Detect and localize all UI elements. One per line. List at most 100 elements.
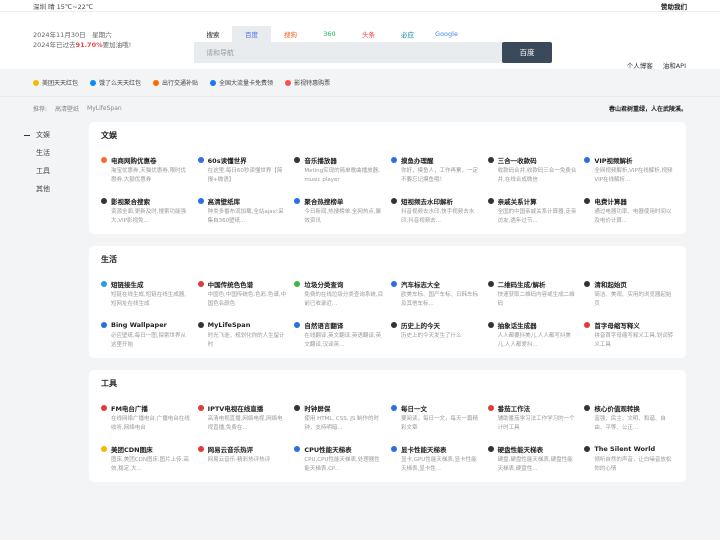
- site-link-title: 亲戚关系计算: [497, 198, 537, 206]
- site-link-card[interactable]: Bing Wallpaper 必应壁纸,每日一图,探索世界从这里开始: [101, 320, 191, 352]
- site-link-card[interactable]: 影视聚合搜索 资源全面,更新及时,搜索功能强大,VIP影视免...: [101, 196, 191, 228]
- promo-link[interactable]: 美团天天红包: [33, 78, 78, 87]
- category-sidebar: 文娱 生活 工具 其他: [24, 126, 84, 198]
- site-link-card[interactable]: 高清壁纸库种类多番布流加载,全站ajax!采集自360壁纸...: [197, 196, 288, 228]
- site-link-card[interactable]: 核心价值观转换 富强、民主、文明、和谐、自由、平等、公正...: [584, 403, 674, 435]
- promo-link[interactable]: 全国大流量卡免费领: [210, 78, 273, 87]
- site-link-title-row: 60s读懂世界: [197, 155, 288, 165]
- sidebar-item[interactable]: 其他: [24, 180, 84, 198]
- site-favicon-icon: [390, 405, 397, 411]
- site-link-card[interactable]: 亲戚关系计算 全国的中国亲戚关系计算器,走亲访友,遇年过节...: [487, 196, 578, 228]
- main-content: 文娱 电商网购优惠卷 淘宝优惠券,天猫优惠券,限时优惠券,大额优惠券 60s读懂世界在…: [89, 122, 686, 494]
- engine-tab[interactable]: 百度: [232, 26, 271, 42]
- site-link-title-row: 自然语言翻译: [294, 320, 384, 330]
- site-link-card[interactable]: 电费计算器 通过电器功率、电器使用时间以及电价计算...: [584, 196, 674, 228]
- site-link-title: 音乐播放器: [304, 157, 337, 165]
- site-favicon-icon: [487, 322, 494, 328]
- site-link-card[interactable]: 摸鱼办理醒 你好，摸鱼人，工作再累，一定不要忘记摸鱼哦！: [390, 155, 481, 187]
- site-link-card[interactable]: 抽象话生成器 人人都要抖美儿,人人都写抖美儿,人人都爱抖...: [487, 320, 578, 352]
- site-link-card[interactable]: IPTV电视在线直播 高清电视直播,网络电视,网络电视直播,免费在...: [197, 403, 288, 435]
- site-link-card[interactable]: 60s读懂世界在这里,每日60秒读懂世界【简报+微语】: [197, 155, 288, 187]
- sidebar-item[interactable]: 生活: [24, 144, 84, 162]
- site-link-description: 时光飞逝，规划化你的人生留计时: [207, 333, 285, 348]
- recommend-link[interactable]: MyLifeSpan: [87, 105, 122, 112]
- engine-tab[interactable]: 搜狗: [271, 26, 310, 42]
- site-link-description: 种类多番布流加载,全站ajax!采集自360壁纸...: [207, 209, 284, 224]
- promo-label: 影视特惠购票: [294, 80, 331, 87]
- search-box: 请和导航 百度: [194, 42, 552, 63]
- site-link-card[interactable]: 历史上的今天 历史上的今天发生了什么: [390, 320, 481, 352]
- site-link-card[interactable]: 自然语言翻译 在线翻译,英文翻译,英语翻译,英文翻译,汉译英...: [294, 320, 384, 352]
- site-link-card[interactable]: 电商网购优惠卷 淘宝优惠券,天猫优惠券,限时优惠券,大额优惠券: [101, 155, 191, 187]
- search-button[interactable]: 百度: [502, 42, 552, 63]
- site-favicon-icon: [487, 405, 494, 411]
- section-card: 工具 FM电台广播 在线网络广播电台,广播电台在线收听,网络电台 IPTV电视在线直播…: [89, 370, 686, 482]
- site-link-card[interactable]: 网易云音乐热评 网易云音乐-精彩热评热评: [197, 444, 288, 476]
- engine-tab[interactable]: 360: [310, 26, 349, 42]
- site-favicon-icon: [294, 281, 301, 287]
- site-link-card[interactable]: 聚合热搜榜单 今日新闻,热搜榜单,全网热点,聚效资讯: [294, 196, 384, 228]
- site-link-card[interactable]: 短链接生成 短链在线生成,短链在线生成器,短网址在线生成: [101, 279, 191, 311]
- site-link-title-row: 音乐播放器: [294, 155, 384, 165]
- weather-text: 深圳 晴 15℃~22℃: [33, 2, 94, 11]
- api-link[interactable]: 油和API: [663, 60, 686, 70]
- sidebar-item[interactable]: 工具: [24, 162, 84, 180]
- site-link-card[interactable]: 三合一收款码 收款码合并,收款码三合一免费合并,在线合成微信: [487, 155, 578, 187]
- site-link-card[interactable]: 硬盘性能天梯表 硬盘,硬盘性能天梯表,硬盘性能天梯表,硬盘性...: [487, 444, 578, 476]
- site-link-card[interactable]: 每日一文 要阅读，每日一文，每天一篇精彩文章: [390, 403, 481, 435]
- sidebar-item[interactable]: 文娱: [24, 126, 84, 144]
- site-link-card[interactable]: CPU性能天梯表 CPU,CPU性能天梯表,处理器性能天梯表,CP...: [294, 444, 384, 476]
- site-link-title: 首字母缩写释义: [594, 322, 640, 330]
- engine-tab[interactable]: Google: [427, 26, 466, 42]
- site-link-description: 在这里,每日60秒读懂世界【简报+微语】: [207, 168, 283, 183]
- site-link-description: 在线网络广播电台,广播电台在线收听,网络电台: [111, 416, 190, 431]
- site-link-card[interactable]: VIP视频解析 全网视频解析,VIP在线解析,视频VIP在线解析...: [584, 155, 674, 187]
- site-link-card[interactable]: 美团CDN图床 图床,美团CDN图床,图片上传,高效,稳定,大...: [101, 444, 191, 476]
- site-link-title: 高清壁纸库: [207, 198, 241, 206]
- engine-tab[interactable]: 头条: [349, 26, 388, 42]
- site-link-title: 番茄工作法: [497, 405, 531, 413]
- site-link-title: MyLifeSpan: [207, 321, 251, 329]
- blog-link[interactable]: 个人博客: [627, 60, 653, 70]
- site-link-title: 短链接生成: [111, 281, 144, 289]
- site-link-description: 中国色,中国传统色,色彩,色谱,中国色名颜色: [207, 292, 287, 307]
- site-link-card[interactable]: 时钟屏保 使用 HTML, CSS, JS 制作的时钟，支持明暗...: [294, 403, 384, 435]
- site-favicon-icon: [197, 405, 204, 411]
- site-link-card[interactable]: 清和起始页 简洁、美观、实用的浏览器起始页: [584, 279, 674, 311]
- site-link-card[interactable]: 短视频去水印解析 抖音视频去水印,快手视频去水印,抖音视频去...: [390, 196, 481, 228]
- site-link-card[interactable]: MyLifeSpan 时光飞逝，规划化你的人生留计时: [197, 320, 288, 352]
- date-panel: 2024年11月30日 星期六 2024年已过去91.70%要加油哦!: [33, 30, 131, 50]
- search-input[interactable]: 请和导航: [194, 42, 502, 63]
- site-link-description: 通过电器功率、电器使用时间以及电价计算...: [594, 209, 672, 224]
- site-favicon-icon: [101, 198, 107, 204]
- site-link-description: 图床,美团CDN图床,图片上传,高效,稳定,大...: [111, 457, 189, 472]
- promo-label: 美团天天红包: [42, 80, 79, 87]
- site-link-card[interactable]: 汽车标志大全欧美车标、国产车标、日韩车标及其他车标...: [390, 279, 481, 311]
- promo-bar: 美团天天红包 饿了么天天红包 出行交通补贴 全国大流量卡免费领 影视特惠购票: [0, 69, 720, 96]
- site-link-description: 欧美车标、国产车标、日韩车标及其他车标...: [400, 292, 478, 307]
- site-link-card[interactable]: 音乐播放器 Meting实现的简单歌曲播放器, music player: [294, 155, 384, 187]
- site-link-title: 每日一文: [400, 405, 427, 413]
- site-link-card[interactable]: 显卡性能天梯表 显卡,GPU性能天梯表,显卡性能天梯表,显卡性...: [390, 444, 481, 476]
- site-link-title-row: 汽车标志大全: [390, 279, 481, 289]
- promo-link[interactable]: 出行交通补贴: [153, 78, 198, 87]
- promo-link[interactable]: 饿了么天天红包: [90, 78, 141, 87]
- site-link-card[interactable]: 中国传统色色谱 中国色,中国传统色,色彩,色谱,中国色名颜色: [197, 279, 288, 311]
- promo-link[interactable]: 影视特惠购票: [285, 78, 330, 87]
- site-link-card[interactable]: FM电台广播 在线网络广播电台,广播电台在线收听,网络电台: [101, 403, 191, 435]
- site-link-card[interactable]: 垃圾分类查询 免费的在线垃圾分类查询系统,目前已收录近...: [294, 279, 384, 311]
- site-link-description: 辅助番茄学习法工作学习的一个计时工具: [497, 416, 575, 431]
- site-link-card[interactable]: The Silent World 倾听自然的声音，让白噪音放松你的心情: [584, 444, 674, 476]
- site-link-title-row: 每日一文: [390, 403, 481, 413]
- site-link-title-row: 电商网购优惠卷: [101, 155, 191, 165]
- site-favicon-icon: [101, 281, 107, 287]
- site-link-card[interactable]: 二维码生成/解析 快速获取二维码内容或生成二维码: [487, 279, 578, 311]
- site-link-description: 抖音视频去水印,快手视频去水印,抖音视频去...: [400, 209, 475, 224]
- sponsor-link[interactable]: 赞助我们: [661, 1, 687, 11]
- site-link-title: 摸鱼办理醒: [400, 157, 434, 165]
- site-link-title: 电商网购优惠卷: [111, 157, 157, 165]
- site-link-card[interactable]: 首字母缩写释义 拼音首字母缩写释义工具,划词转义工具: [584, 320, 674, 352]
- engine-tab[interactable]: 必应: [388, 26, 427, 42]
- site-link-card[interactable]: 番茄工作法辅助番茄学习法工作学习的一个计时工具: [487, 403, 578, 435]
- recommend-link[interactable]: 高清壁纸: [55, 104, 79, 113]
